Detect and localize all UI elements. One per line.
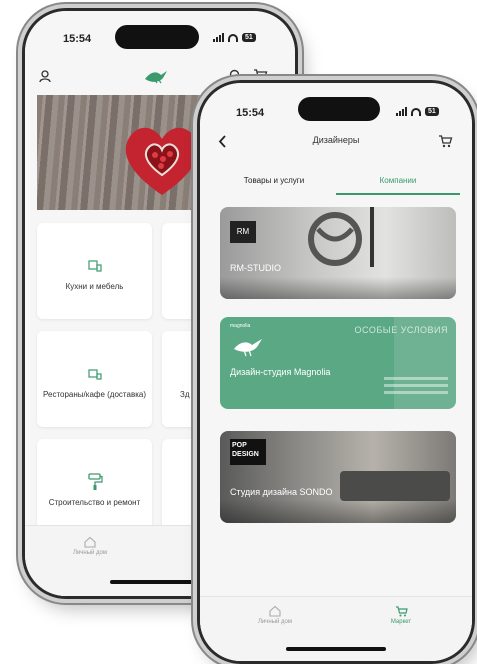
company-name: Дизайн-студия Magnolia: [230, 367, 331, 377]
wifi-icon: [228, 33, 238, 42]
pendant-lamp: [370, 207, 374, 267]
company-name: RM-STUDIO: [230, 263, 281, 273]
company-logo: RM: [230, 221, 256, 243]
tab-home-label: Личный дом: [257, 619, 293, 625]
status-icons: 51: [396, 107, 439, 116]
dynamic-island: [298, 97, 380, 121]
category-label: Строительство и ремонт: [48, 498, 141, 507]
paint-roller-icon: [87, 473, 103, 490]
company-name: Студия дизайна SONDO: [230, 487, 333, 497]
page-title: Дизайнеры: [312, 135, 360, 145]
bird-logo-icon: [145, 71, 167, 84]
decor-sculpture: [308, 212, 362, 266]
home-indicator: [286, 647, 386, 651]
company-logo-text: magnolia: [230, 323, 251, 329]
front-phone: 15:54 51 Дизайнеры Товары и услуги Компа…: [197, 80, 475, 664]
tab-home-label: Личный дом: [72, 550, 108, 556]
tab-home[interactable]: Личный дом: [250, 605, 300, 625]
status-bar: 15:54 51: [25, 11, 295, 57]
market-icon: [395, 606, 408, 617]
signal-icon: [396, 107, 407, 116]
restaurant-icon: [87, 369, 102, 380]
category-label: Кухни и мебель: [65, 282, 124, 291]
home-indicator: [110, 580, 210, 584]
category-card-kitchens[interactable]: Кухни и мебель: [37, 223, 152, 319]
category-card-construction[interactable]: Строительство и ремонт: [37, 439, 152, 535]
status-bar: 15:54 51: [200, 83, 472, 129]
tab-market[interactable]: Маркет: [376, 605, 426, 625]
status-time: 15:54: [236, 107, 265, 119]
decor-sofa: [340, 471, 450, 501]
tab-goods[interactable]: Товары и услуги: [212, 169, 336, 193]
status-time: 15:54: [63, 33, 92, 45]
tab-companies[interactable]: Компании: [336, 169, 460, 195]
battery-icon: 51: [242, 33, 256, 42]
tab-bar: Личный дом Маркет: [200, 596, 472, 661]
category-card-restaurants[interactable]: Рестораны/кафе (доставка): [37, 331, 152, 427]
home-icon: [84, 536, 96, 548]
company-card-rm-studio[interactable]: RM RM-STUDIO: [220, 207, 456, 299]
user-icon[interactable]: [39, 70, 51, 83]
category-label: Рестораны/кафе (доставка): [43, 390, 146, 399]
magnolia-bird-icon: [234, 339, 262, 357]
signal-icon: [213, 33, 224, 42]
company-card-magnolia[interactable]: magnolia ОСОБЫЕ УСЛОВИЯ Дизайн-студия Ma…: [220, 317, 456, 409]
battery-icon: 51: [425, 107, 439, 116]
status-icons: 51: [213, 33, 256, 42]
company-card-sondo[interactable]: POP DESIGN Студия дизайна SONDO: [220, 431, 456, 523]
cart-icon[interactable]: [438, 134, 453, 148]
company-logo: POP DESIGN: [230, 439, 266, 465]
furniture-icon: [87, 260, 102, 272]
offer-details: [384, 377, 448, 394]
tab-market-label: Маркет: [390, 619, 412, 625]
segment-tabs: Товары и услуги Компании: [212, 169, 460, 195]
home-icon: [269, 605, 281, 617]
tab-home[interactable]: Личный дом: [65, 536, 115, 556]
special-offer-text: ОСОБЫЕ УСЛОВИЯ: [354, 325, 448, 335]
wifi-icon: [411, 107, 421, 116]
dynamic-island: [115, 25, 199, 49]
front-screen: 15:54 51 Дизайнеры Товары и услуги Компа…: [200, 83, 472, 661]
heart-image: [125, 127, 199, 195]
